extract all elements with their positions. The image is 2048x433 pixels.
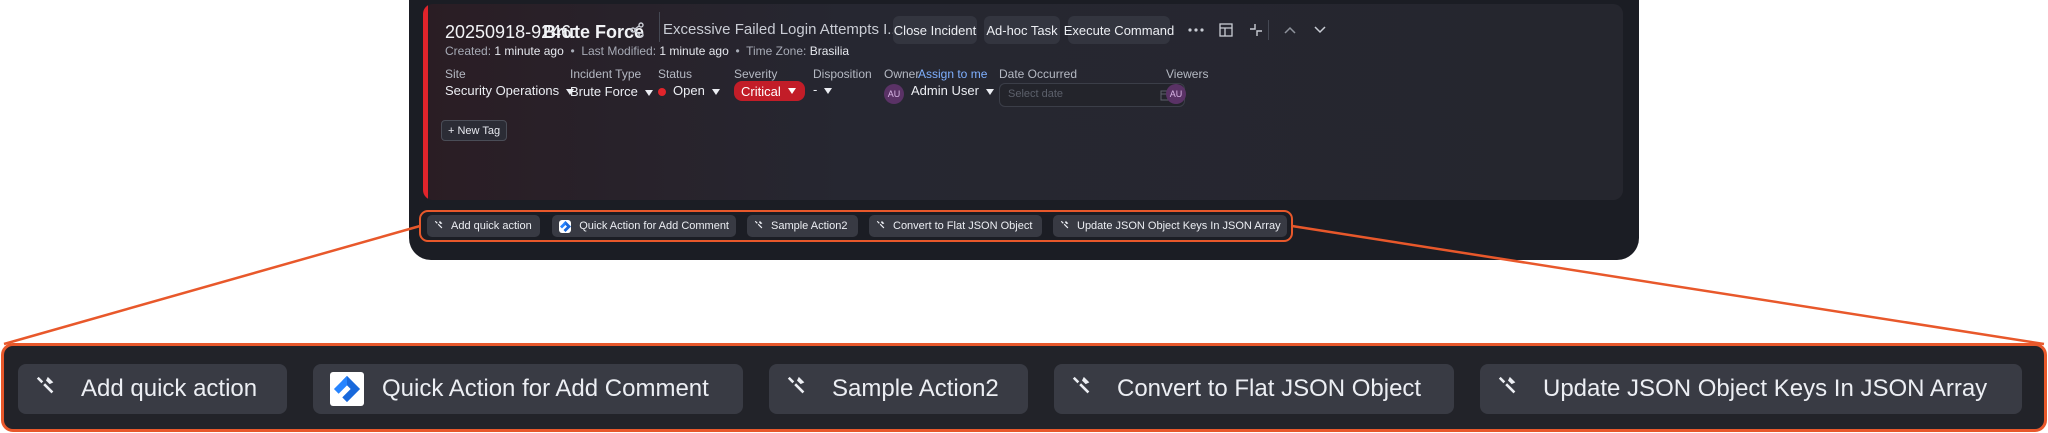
wrench-icon [1497, 375, 1519, 404]
quick-action-label: Quick Action for Add Comment [382, 375, 709, 402]
quick-action-label: Add quick action [81, 375, 258, 402]
jira-icon [330, 372, 364, 406]
quick-action-label: Update JSON Object Keys In JSON Array [1543, 375, 1988, 402]
quick-action-label: Sample Action2 [832, 375, 999, 402]
quick-action-add-comment-zoomed[interactable]: Quick Action for Add Comment [313, 364, 743, 414]
wrench-icon [786, 375, 808, 404]
quick-action-label: Convert to Flat JSON Object [1117, 375, 1422, 402]
quick-action-update-json-keys-zoomed[interactable]: Update JSON Object Keys In JSON Array [1480, 364, 2022, 414]
quick-action-sample-action2-zoomed[interactable]: Sample Action2 [769, 364, 1028, 414]
wrench-icon [35, 375, 57, 404]
quick-action-add-zoomed[interactable]: Add quick action [18, 364, 287, 414]
wrench-icon [1071, 375, 1093, 404]
quick-action-convert-flat-json-zoomed[interactable]: Convert to Flat JSON Object [1054, 364, 1454, 414]
